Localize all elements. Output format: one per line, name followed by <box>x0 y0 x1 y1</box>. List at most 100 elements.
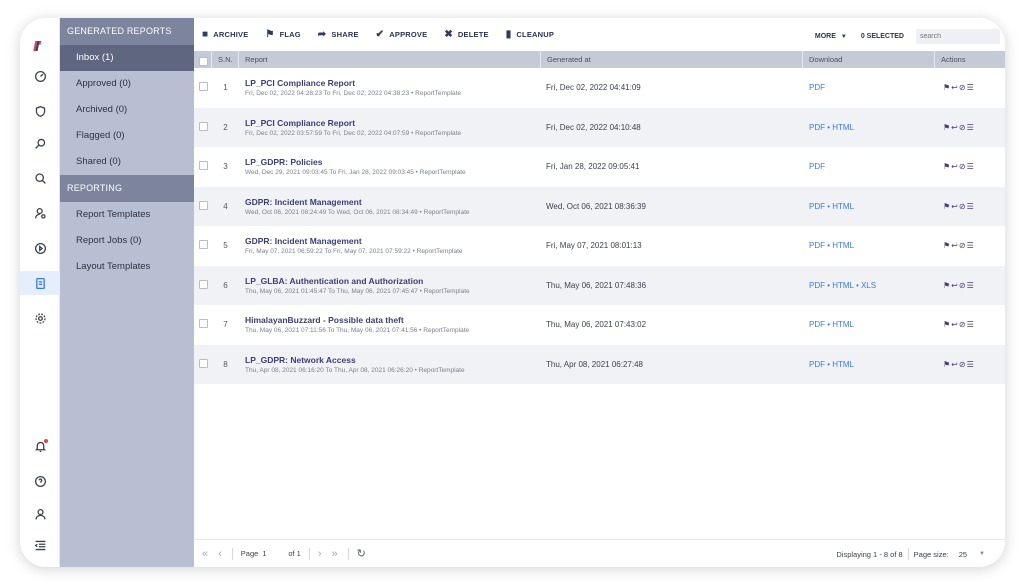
sidebar-item-report-jobs[interactable]: Report Jobs (0) <box>60 228 194 254</box>
toolbar-right: MORE ▼ 0 SELECTED <box>815 29 1000 44</box>
sidebar-item-approved[interactable]: Approved (0) <box>60 71 194 97</box>
row-checkbox[interactable] <box>199 240 208 250</box>
selected-count: 0 SELECTED <box>860 33 904 40</box>
row-checkbox[interactable] <box>199 279 208 289</box>
header-sn[interactable]: S.N. <box>212 51 239 68</box>
share-label: SHARE <box>331 30 359 39</box>
sidebar-item-layout-templates[interactable]: Layout Templates <box>60 254 194 280</box>
row-checkbox[interactable] <box>199 358 208 368</box>
logo[interactable]: II' <box>33 38 41 55</box>
flag-button[interactable]: ⚑ FLAG <box>265 29 300 40</box>
delete-button[interactable]: ✖ DELETE <box>444 29 488 40</box>
search-icon[interactable] <box>20 166 60 190</box>
row-actions[interactable]: ⚑↩⊘☰ <box>935 202 1005 211</box>
search-analytics-icon[interactable] <box>20 131 60 155</box>
collapse-menu-icon[interactable] <box>20 533 60 557</box>
report-title[interactable]: GDPR: Incident Management <box>245 197 541 207</box>
approve-button[interactable]: ✔ APPROVE <box>376 29 428 40</box>
main-panel: ■ ARCHIVE ⚑ FLAG ➦ SHARE ✔ APPROVE ✖ DELETE ▮… <box>194 18 1005 567</box>
page-size-label: Page size: <box>913 549 949 559</box>
sidebar-item-report-templates[interactable]: Report Templates <box>60 202 194 228</box>
report-title[interactable]: LP_PCI Compliance Report <box>245 78 541 88</box>
table-row[interactable]: 8 LP_GDPR: Network Access Thu, Apr 08, 20… <box>194 344 1005 384</box>
row-actions[interactable]: ⚑↩⊘☰ <box>935 360 1005 369</box>
row-actions[interactable]: ⚑↩⊘☰ <box>935 83 1005 92</box>
report-title[interactable]: LP_GLBA: Authentication and Authorizatio… <box>245 276 541 286</box>
flag-icon: ⚑ <box>265 29 275 40</box>
help-icon[interactable] <box>20 469 60 493</box>
table-row[interactable]: 6 LP_GLBA: Authentication and Authorizat… <box>194 265 1005 305</box>
sidebar-item-shared[interactable]: Shared (0) <box>60 149 194 175</box>
page-input[interactable] <box>262 547 285 560</box>
select-all-checkbox[interactable] <box>194 51 212 68</box>
report-range: Thu, May 06, 2021 07:11:56 To Thu, May 0… <box>245 327 470 335</box>
prev-page-icon[interactable]: ‹ <box>218 548 222 560</box>
header-generated-at[interactable]: Generated at <box>541 51 803 68</box>
share-button[interactable]: ➦ SHARE <box>318 29 359 40</box>
page-size-select[interactable]: 25 <box>959 550 967 559</box>
archive-button[interactable]: ■ ARCHIVE <box>202 29 248 40</box>
report-title[interactable]: LP_PCI Compliance Report <box>245 118 541 128</box>
user-icon[interactable] <box>20 502 60 526</box>
sidebar-section-generated-reports: GENERATED REPORTS <box>60 18 194 45</box>
settings-icon[interactable] <box>20 306 60 330</box>
table-row[interactable]: 2 LP_PCI Compliance Report Fri, Dec 02, 2… <box>194 107 1005 147</box>
report-range: Fri, Dec 02, 2022 04:28:23 To Fri, Dec 0… <box>245 90 462 98</box>
notification-dot <box>44 439 48 443</box>
app-window: II' GENERATED REPORTS Inbox (1) Approved… <box>20 18 1005 567</box>
table-row[interactable]: 4 GDPR: Incident Management Wed, Oct 06, … <box>194 186 1005 226</box>
more-button[interactable]: MORE <box>815 33 836 40</box>
chevron-down-icon[interactable]: ▼ <box>979 551 985 557</box>
row-actions[interactable]: ⚑↩⊘☰ <box>935 162 1005 171</box>
generated-at: Thu, May 06, 2021 07:48:36 <box>546 280 647 290</box>
delete-label: DELETE <box>457 30 489 39</box>
download-links[interactable]: PDF • HTML <box>803 123 935 132</box>
refresh-icon[interactable]: ↻ <box>357 547 366 560</box>
download-links[interactable]: PDF • HTML <box>803 320 935 329</box>
generated-at: Wed, Oct 06, 2021 08:36:39 <box>546 201 646 211</box>
download-links[interactable]: PDF • HTML <box>803 241 935 250</box>
download-links[interactable]: PDF • HTML <box>803 360 935 369</box>
table-row[interactable]: 1 LP_PCI Compliance Report Fri, Dec 02, 2… <box>194 68 1005 108</box>
generated-at: Fri, May 07, 2021 08:01:13 <box>546 241 642 251</box>
first-page-icon[interactable]: « <box>202 548 208 560</box>
table-row[interactable]: 7 HimalayanBuzzard - Possible data theft… <box>194 305 1005 345</box>
download-links[interactable]: PDF • HTML <box>803 202 935 211</box>
download-links[interactable]: PDF <box>803 162 935 171</box>
row-actions[interactable]: ⚑↩⊘☰ <box>935 123 1005 132</box>
dashboard-icon[interactable] <box>20 64 60 88</box>
table-row[interactable]: 5 GDPR: Incident Management Fri, May 07, … <box>194 226 1005 266</box>
last-page-icon[interactable]: » <box>332 548 338 560</box>
next-page-icon[interactable]: › <box>318 548 322 560</box>
play-icon[interactable] <box>20 236 60 260</box>
report-title[interactable]: LP_GDPR: Network Access <box>245 355 541 365</box>
sidebar-item-inbox[interactable]: Inbox (1) <box>60 45 194 71</box>
download-links[interactable]: PDF • HTML • XLS <box>803 281 935 290</box>
report-title[interactable]: GDPR: Incident Management <box>245 236 541 246</box>
table-row[interactable]: 3 LP_GDPR: Policies Wed, Dec 29, 2021 09:… <box>194 147 1005 187</box>
header-report[interactable]: Report <box>239 51 541 68</box>
notifications-icon[interactable] <box>20 434 60 458</box>
approve-label: APPROVE <box>389 30 428 39</box>
report-title[interactable]: LP_GDPR: Policies <box>245 157 541 167</box>
row-actions[interactable]: ⚑↩⊘☰ <box>935 241 1005 250</box>
chevron-down-icon[interactable]: ▼ <box>841 34 847 40</box>
reports-icon[interactable] <box>20 271 60 295</box>
sidebar-item-flagged[interactable]: Flagged (0) <box>60 123 194 149</box>
check-icon: ✔ <box>375 29 385 40</box>
search-input[interactable] <box>916 29 1000 44</box>
row-checkbox[interactable] <box>199 121 208 131</box>
row-checkbox[interactable] <box>199 82 208 92</box>
shield-icon[interactable] <box>20 99 60 123</box>
sidebar-item-archived[interactable]: Archived (0) <box>60 97 194 123</box>
row-checkbox[interactable] <box>199 161 208 171</box>
header-download[interactable]: Download <box>803 51 935 68</box>
download-links[interactable]: PDF <box>803 83 935 92</box>
row-checkbox[interactable] <box>199 200 208 210</box>
report-title[interactable]: HimalayanBuzzard - Possible data theft <box>245 315 541 325</box>
row-checkbox[interactable] <box>199 319 208 329</box>
user-search-icon[interactable] <box>20 201 60 225</box>
row-actions[interactable]: ⚑↩⊘☰ <box>935 281 1005 290</box>
cleanup-button[interactable]: ▮ CLEANUP <box>506 29 554 40</box>
row-actions[interactable]: ⚑↩⊘☰ <box>935 320 1005 329</box>
